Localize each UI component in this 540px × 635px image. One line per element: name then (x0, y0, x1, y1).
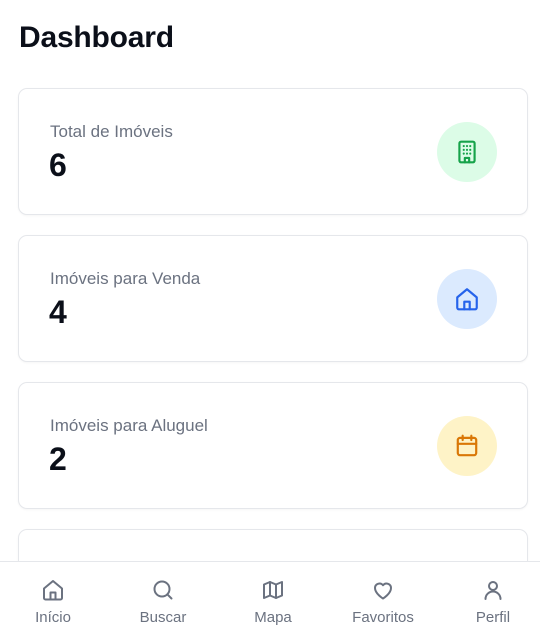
page-title: Dashboard (19, 21, 174, 54)
nav-label: Início (35, 609, 71, 626)
stat-label: Imóveis para Aluguel (50, 416, 208, 435)
nav-label: Favoritos (352, 609, 414, 626)
nav-item-favoritos[interactable]: Favoritos (328, 562, 438, 635)
stat-card-venda[interactable]: Imóveis para Venda 4 (18, 235, 528, 362)
map-icon (263, 581, 283, 599)
stat-card-total[interactable]: Total de Imóveis 6 (18, 88, 528, 215)
dashboard-page: Dashboard Total de Imóveis 6 Imóveis par… (0, 0, 540, 635)
home-icon (43, 580, 63, 601)
nav-label: Perfil (475, 609, 511, 626)
bottom-nav: Início Buscar Mapa Favoritos Perfil (0, 561, 540, 635)
stat-value: 4 (49, 294, 67, 330)
stat-badge (437, 269, 497, 329)
stat-value: 2 (49, 441, 67, 477)
building-icon (458, 140, 476, 164)
nav-label: Buscar (139, 609, 187, 626)
stat-badge (437, 122, 497, 182)
calendar-icon (456, 434, 478, 457)
home-icon (456, 288, 478, 311)
heart-icon (374, 582, 392, 600)
stat-card-aluguel[interactable]: Imóveis para Aluguel 2 (18, 382, 528, 509)
nav-item-inicio[interactable]: Início (0, 562, 108, 635)
stat-value: 6 (49, 147, 67, 183)
nav-item-perfil[interactable]: Perfil (438, 562, 540, 635)
user-icon (484, 581, 502, 600)
stat-label: Total de Imóveis (50, 122, 173, 141)
search-icon (153, 580, 173, 600)
nav-item-mapa[interactable]: Mapa (218, 562, 328, 635)
stat-badge (437, 416, 497, 476)
nav-item-buscar[interactable]: Buscar (108, 562, 218, 635)
stat-label: Imóveis para Venda (50, 269, 201, 288)
nav-label: Mapa (254, 609, 292, 626)
